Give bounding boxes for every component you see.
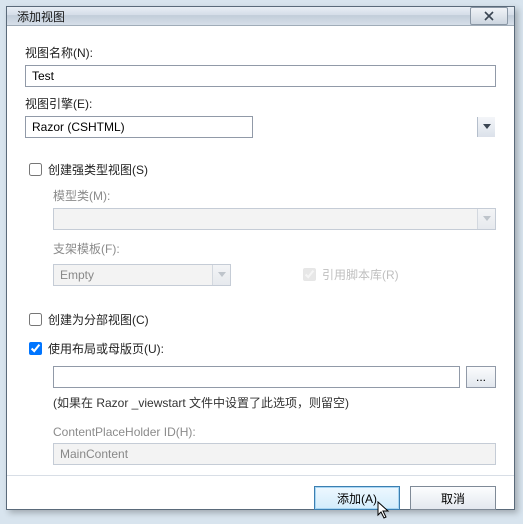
view-engine-combo-wrap — [25, 116, 496, 138]
partial-row: 创建为分部视图(C) — [25, 310, 496, 329]
layout-path-row: ... — [53, 366, 496, 388]
ref-scripts-checkbox — [303, 268, 316, 281]
strong-section: 模型类(M): 支架模板(F): 引用脚本库(R) — [53, 183, 496, 288]
footer: 添加(A) 取消 — [25, 486, 496, 514]
cancel-button[interactable]: 取消 — [410, 486, 496, 510]
layout-path-input[interactable] — [53, 366, 460, 388]
browse-button[interactable]: ... — [466, 366, 496, 388]
cph-input — [53, 443, 496, 465]
close-icon — [484, 11, 494, 21]
create-strong-checkbox[interactable] — [29, 163, 42, 176]
scaffold-row: 引用脚本库(R) — [53, 261, 496, 288]
add-button-label: 添加(A) — [337, 492, 377, 506]
model-class-combo — [53, 208, 496, 230]
chevron-down-icon — [477, 117, 495, 137]
view-name-label: 视图名称(N): — [25, 44, 496, 61]
view-name-input[interactable] — [25, 65, 496, 87]
create-strong-label: 创建强类型视图(S) — [48, 161, 148, 178]
model-class-combo-wrap — [53, 208, 496, 230]
use-layout-row: 使用布局或母版页(U): — [25, 339, 496, 358]
view-engine-label: 视图引擎(E): — [25, 95, 496, 112]
ref-scripts-row: 引用脚本库(R) — [299, 265, 399, 284]
model-class-label: 模型类(M): — [53, 187, 496, 204]
layout-section: ... (如果在 Razor _viewstart 文件中设置了此选项，则留空)… — [53, 362, 496, 465]
scaffold-combo — [53, 264, 231, 286]
use-layout-label: 使用布局或母版页(U): — [48, 340, 164, 357]
scaffold-label: 支架模板(F): — [53, 240, 496, 257]
partial-label: 创建为分部视图(C) — [48, 311, 149, 328]
create-strong-row: 创建强类型视图(S) — [25, 160, 496, 179]
scaffold-combo-wrap — [53, 264, 231, 286]
dialog-title: 添加视图 — [17, 8, 470, 25]
view-engine-combo[interactable] — [25, 116, 253, 138]
dialog-window: 添加视图 视图名称(N): 视图引擎(E): 创建强类型视图(S) 模型类(M)… — [6, 6, 515, 510]
dialog-content: 视图名称(N): 视图引擎(E): 创建强类型视图(S) 模型类(M): 支架模… — [7, 26, 514, 524]
ref-scripts-label: 引用脚本库(R) — [322, 266, 399, 283]
layout-hint: (如果在 Razor _viewstart 文件中设置了此选项，则留空) — [53, 394, 496, 411]
add-button[interactable]: 添加(A) — [314, 486, 400, 510]
cph-label: ContentPlaceHolder ID(H): — [53, 425, 496, 439]
browse-button-label: ... — [476, 370, 486, 384]
close-button[interactable] — [470, 7, 508, 25]
partial-checkbox[interactable] — [29, 313, 42, 326]
titlebar: 添加视图 — [7, 7, 514, 26]
cancel-button-label: 取消 — [441, 492, 465, 506]
footer-separator — [7, 475, 514, 476]
use-layout-checkbox[interactable] — [29, 342, 42, 355]
